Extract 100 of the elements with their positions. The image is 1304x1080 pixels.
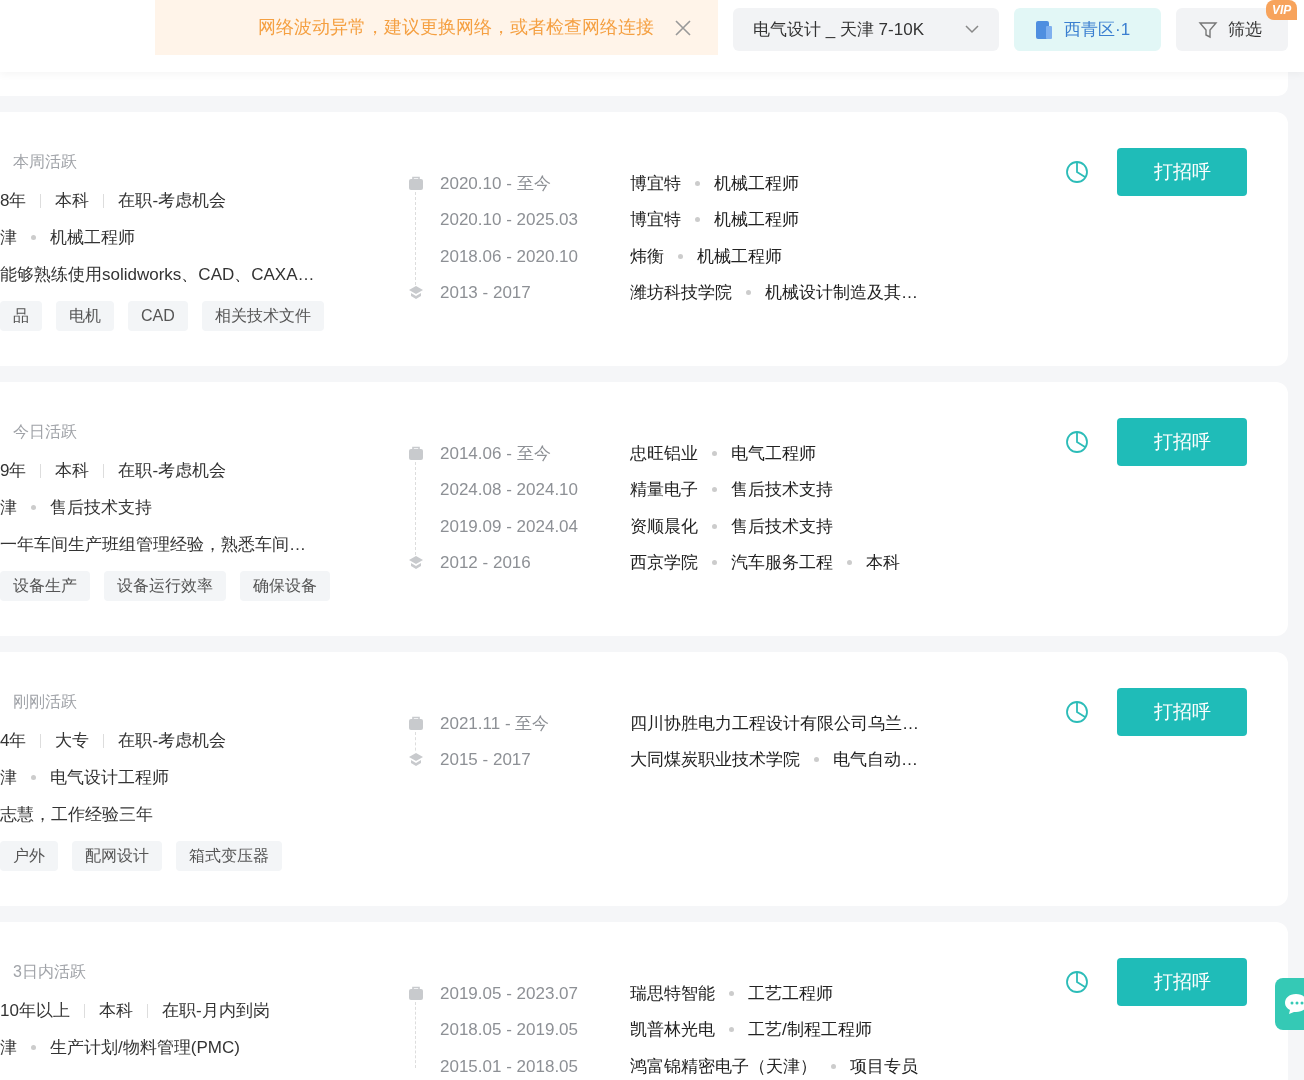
date-range: 2014.06 - 至今 <box>440 442 551 465</box>
chevron-down-icon <box>965 25 979 34</box>
description-text: 能够熟练使用solidworks、CAD、CAXA… <box>0 263 316 286</box>
date-range: 2012 - 2016 <box>440 552 531 574</box>
date-range: 2020.10 - 2025.03 <box>440 209 578 231</box>
briefcase-icon <box>408 715 424 732</box>
education-text: 电气自动… <box>833 749 918 771</box>
candidate-fact: 在职-考虑机会 <box>118 189 227 212</box>
greet-button[interactable]: 打招呼 <box>1117 148 1247 196</box>
pie-chart-icon[interactable] <box>1064 698 1090 725</box>
date-range: 2013 - 2017 <box>440 282 531 304</box>
job-select-value: 电气设计 _ 天津 7-10K <box>753 18 924 41</box>
job-select[interactable]: 电气设计 _ 天津 7-10K <box>733 8 999 51</box>
experience-text: 项目专员 <box>850 1055 918 1078</box>
briefcase-icon <box>408 985 424 1002</box>
position-text: 电气设计工程师 <box>50 766 169 789</box>
date-range: 2015.01 - 2018.05 <box>440 1055 578 1078</box>
position-text: 机械工程师 <box>50 226 135 249</box>
position-text: 生产计划/物料管理(PMC) <box>50 1036 240 1059</box>
experience-text: 工艺工程师 <box>748 982 833 1005</box>
candidate-fact: 10年以上 <box>0 999 70 1022</box>
experience-text: 机械工程师 <box>714 209 799 231</box>
experience-text: 工艺/制程工程师 <box>748 1019 872 1041</box>
skill-tag: 相关技术文件 <box>201 300 324 331</box>
city-text: 津 <box>0 496 17 519</box>
candidate-fact: 8年 <box>0 189 27 212</box>
activity-status: 今日活跃 <box>12 422 78 442</box>
skill-tag: 箱式变压器 <box>176 840 282 871</box>
experience-text: 鸿富锦精密电子（天津） <box>630 1055 817 1078</box>
graduation-cap-icon <box>408 554 424 571</box>
experience-text: 博宜特 <box>630 209 681 231</box>
experience-text: 忠旺铝业 <box>630 442 698 465</box>
date-range: 2018.05 - 2019.05 <box>440 1019 578 1041</box>
greet-button[interactable]: 打招呼 <box>1117 418 1247 466</box>
greet-button[interactable]: 打招呼 <box>1117 688 1247 736</box>
pie-chart-icon[interactable] <box>1064 968 1090 995</box>
city-text: 津 <box>0 1036 17 1059</box>
education-text: 机械设计制造及其… <box>765 282 918 304</box>
briefcase-icon <box>408 175 424 192</box>
education-text: 本科 <box>866 552 900 574</box>
greet-button[interactable]: 打招呼 <box>1117 958 1247 1006</box>
activity-status: 刚刚活跃 <box>12 692 78 712</box>
experience-text: 四川协胜电力工程设计有限公司乌兰… <box>630 712 919 735</box>
education-text: 汽车服务工程 <box>731 552 833 574</box>
pie-chart-icon[interactable] <box>1064 428 1090 455</box>
candidate-fact: 在职-考虑机会 <box>118 459 227 482</box>
building-icon <box>1034 19 1054 40</box>
close-icon[interactable] <box>674 18 692 37</box>
experience-text: 凯普林光电 <box>630 1019 715 1041</box>
candidate-fact: 在职-考虑机会 <box>118 729 227 752</box>
chat-button[interactable] <box>1275 978 1304 1030</box>
skill-tag: 设备运行效率 <box>104 570 226 601</box>
city-text: 津 <box>0 226 17 249</box>
skill-tag: 配网设计 <box>72 840 162 871</box>
experience-text: 电气工程师 <box>731 442 816 465</box>
area-button[interactable]: 西青区·1 <box>1014 8 1161 51</box>
candidate-fact: 在职-月内到岗 <box>161 999 270 1022</box>
date-range: 2018.06 - 2020.10 <box>440 245 578 268</box>
date-range: 2015 - 2017 <box>440 749 531 771</box>
activity-status: 3日内活跃 <box>12 962 87 982</box>
alert-text: 网络波动异常，建议更换网络，或者检查网络连接 <box>258 16 654 39</box>
filter-icon <box>1198 19 1218 40</box>
date-range: 2019.05 - 2023.07 <box>440 982 578 1005</box>
pie-chart-icon[interactable] <box>1064 158 1090 185</box>
skill-tag: 品 <box>0 300 42 331</box>
candidate-fact: 本科 <box>55 189 90 212</box>
skill-tag: CAD <box>128 300 188 331</box>
experience-text: 资顺晨化 <box>630 515 698 538</box>
chat-icon <box>1283 992 1304 1016</box>
skill-tag: 确保设备 <box>240 570 330 601</box>
experience-text: 售后技术支持 <box>731 479 833 501</box>
date-range: 2024.08 - 2024.10 <box>440 479 578 501</box>
experience-text: 精量电子 <box>630 479 698 501</box>
education-text: 西京学院 <box>630 552 698 574</box>
date-range: 2021.11 - 至今 <box>440 712 550 735</box>
candidate-fact: 本科 <box>55 459 90 482</box>
city-text: 津 <box>0 766 17 789</box>
vip-badge: VIP <box>1266 0 1298 20</box>
skill-tag: 户外 <box>0 840 58 871</box>
education-text: 大同煤炭职业技术学院 <box>630 749 800 771</box>
experience-text: 瑞思特智能 <box>630 982 715 1005</box>
date-range: 2020.10 - 至今 <box>440 172 551 195</box>
candidate-fact: 大专 <box>55 729 90 752</box>
experience-text: 售后技术支持 <box>731 515 833 538</box>
experience-text: 机械工程师 <box>697 245 782 268</box>
candidate-fact: 9年 <box>0 459 27 482</box>
experience-text: 炜衡 <box>630 245 664 268</box>
position-text: 售后技术支持 <box>50 496 152 519</box>
education-text: 潍坊科技学院 <box>630 282 732 304</box>
experience-text: 博宜特 <box>630 172 681 195</box>
description-text: 一年车间生产班组管理经验，熟悉车间… <box>0 533 307 556</box>
skill-tag: 电机 <box>56 300 114 331</box>
skill-tag: 设备生产 <box>0 570 90 601</box>
candidate-fact: 4年 <box>0 729 27 752</box>
briefcase-icon <box>408 445 424 462</box>
candidate-fact: 本科 <box>98 999 133 1022</box>
date-range: 2019.09 - 2024.04 <box>440 515 578 538</box>
experience-text: 机械工程师 <box>714 172 799 195</box>
graduation-cap-icon <box>408 284 424 301</box>
activity-status: 本周活跃 <box>12 152 78 172</box>
